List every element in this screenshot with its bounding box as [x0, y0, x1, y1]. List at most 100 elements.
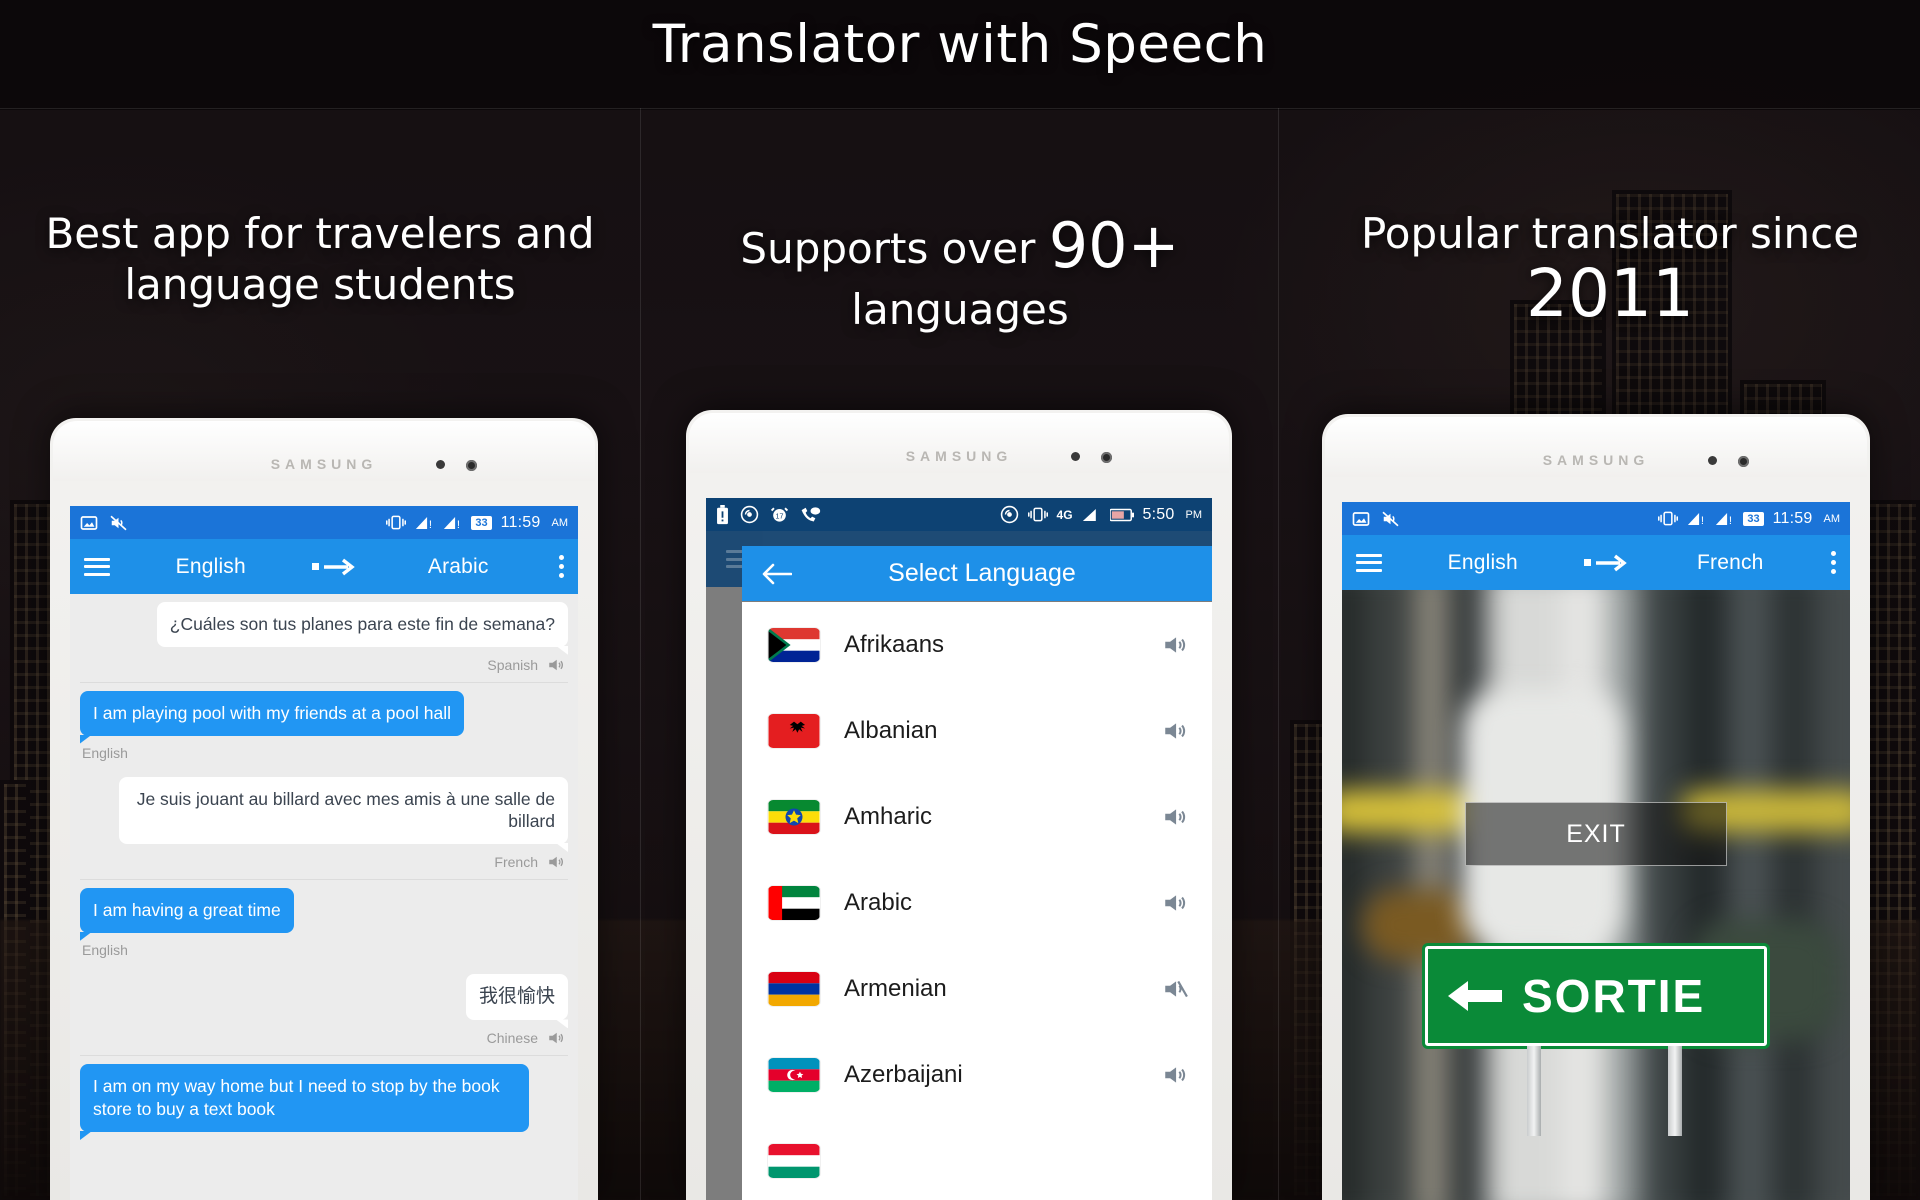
list-item[interactable]: Afrikaans	[742, 602, 1212, 688]
message-meta: English	[70, 736, 578, 769]
speaker-on-icon[interactable]	[1160, 890, 1190, 916]
phone-1-chat-list[interactable]: ¿Cuáles son tus planes para este fin de …	[70, 594, 578, 1200]
camera-viewfinder[interactable]: EXIT SORTIE	[1342, 590, 1850, 1200]
arrow-right-icon[interactable]	[311, 558, 358, 576]
panel-3-title-line1: Popular translator since	[1360, 209, 1860, 258]
language-list[interactable]: Afrikaans Albanian Amharic Arabic Armeni…	[742, 602, 1212, 1200]
phone-2-clock: 5:50	[1142, 505, 1175, 523]
back-arrow-icon[interactable]	[762, 563, 793, 585]
street-sign-text: SORTIE	[1522, 970, 1706, 1022]
dialog-backdrop	[706, 587, 742, 1200]
hamburger-icon[interactable]	[84, 557, 110, 576]
phone-3-bezel	[1325, 417, 1867, 477]
ar-overlay-exit: EXIT	[1465, 802, 1727, 866]
sound-off-icon	[110, 515, 127, 530]
phone-1: SAMSUNG ! ! 33 11:59 AM English Arabic ¿…	[50, 418, 598, 1200]
phone-3-action-bar: English French	[1342, 535, 1850, 590]
phone-2-status-left: 17	[716, 504, 821, 525]
kebab-icon[interactable]	[559, 555, 564, 578]
panel-1-title-line1: Best app for travelers and	[45, 209, 595, 258]
nfc-icon	[1000, 505, 1018, 524]
message-bubble[interactable]: I am playing pool with my friends at a p…	[80, 690, 464, 736]
language-name: Armenian	[844, 975, 947, 1002]
phone-1-clock: 11:59	[500, 513, 541, 531]
phone-2-sensor-2	[1101, 452, 1112, 463]
target-language-button[interactable]: French	[1630, 551, 1832, 575]
list-item[interactable]: Amharic	[742, 774, 1212, 860]
phone-3-sensor-1	[1708, 456, 1717, 465]
list-item[interactable]: Azerbaijani	[742, 1032, 1212, 1118]
phone-3-clock: 11:59	[1772, 509, 1813, 527]
phone-2-status-bar: 17 4G 5:50 PM	[706, 498, 1212, 531]
phone-2-brand: SAMSUNG	[905, 448, 1013, 464]
list-item[interactable]: Albanian	[742, 688, 1212, 774]
list-item[interactable]: Armenian	[742, 946, 1212, 1032]
sound-off-icon	[1382, 511, 1399, 526]
chat-message-them: ¿Cuáles son tus planes para este fin de …	[70, 594, 578, 647]
target-language-button[interactable]: Arabic	[358, 555, 560, 579]
message-language-label: French	[494, 854, 538, 870]
source-language-button[interactable]: English	[110, 555, 312, 579]
select-language-title: Select Language	[888, 559, 1076, 587]
phone-1-clock-ampm: AM	[551, 516, 569, 529]
phone-1-action-bar: English Arabic	[70, 539, 578, 594]
speaker-on-icon[interactable]	[1160, 804, 1190, 830]
panel-2-title-line1-wrap: Supports over 90+	[670, 208, 1250, 284]
speaker-icon[interactable]	[546, 853, 566, 871]
chat-message-me: I am playing pool with my friends at a p…	[70, 683, 578, 736]
phone-3-clock-ampm: AM	[1823, 512, 1841, 525]
language-name: Arabic	[844, 889, 913, 916]
phone-1-status-left	[80, 514, 128, 532]
chat-message-them: Je suis jouant au billard avec mes amis …	[70, 769, 578, 844]
message-bubble[interactable]: Je suis jouant au billard avec mes amis …	[119, 776, 568, 844]
panel-1-title: Best app for travelers and language stud…	[30, 208, 610, 310]
panel-3-title-big: 2011	[1526, 255, 1694, 333]
sd-card-icon: 33	[1743, 511, 1764, 526]
phone-3-brand: SAMSUNG	[1542, 452, 1650, 468]
phone-1-status-bar: ! ! 33 11:59 AM	[70, 506, 578, 539]
source-language-button[interactable]: English	[1382, 551, 1584, 575]
speaker-icon[interactable]	[546, 1029, 566, 1047]
speaker-off-icon[interactable]	[1160, 976, 1190, 1002]
phone-2-sensor-1	[1071, 452, 1080, 461]
arrow-right-icon[interactable]	[1583, 554, 1630, 572]
kebab-icon[interactable]	[1831, 551, 1836, 574]
phone-2-status-right: 4G 5:50 PM	[1000, 505, 1202, 524]
phone-1-screen: ! ! 33 11:59 AM English Arabic ¿Cuáles s…	[70, 506, 578, 1200]
panel-2-title-line1: Supports over	[740, 224, 1036, 273]
message-bubble[interactable]: I am on my way home but I need to stop b…	[80, 1064, 529, 1132]
message-bubble[interactable]: 我很愉快	[465, 973, 568, 1021]
divider-horizontal	[0, 108, 1920, 109]
left-arrow-icon	[1446, 976, 1504, 1016]
list-item-partial[interactable]	[742, 1118, 1212, 1200]
phone-2: SAMSUNG 17 4G 5:50 PM Select Language Af…	[686, 410, 1232, 1200]
battery-alert-icon	[717, 504, 728, 524]
speaker-on-icon[interactable]	[1160, 1062, 1190, 1088]
message-meta: Chinese	[70, 1020, 578, 1055]
svg-text:!: !	[457, 519, 460, 531]
flag-ae-icon	[768, 886, 820, 920]
message-language-label: Chinese	[486, 1030, 538, 1047]
speaker-on-icon[interactable]	[1160, 632, 1190, 658]
list-item[interactable]: Arabic	[742, 860, 1212, 946]
call-message-icon	[801, 506, 821, 521]
nfc-icon	[740, 505, 759, 524]
message-bubble[interactable]: I am having a great time	[80, 888, 294, 933]
svg-text:!: !	[1729, 515, 1732, 527]
speaker-on-icon[interactable]	[1160, 718, 1190, 744]
panel-2-title: Supports over 90+ languages	[670, 208, 1250, 335]
message-language-label: Spanish	[487, 656, 538, 673]
hamburger-icon[interactable]	[1356, 553, 1382, 572]
message-bubble[interactable]: ¿Cuáles son tus planes para este fin de …	[156, 602, 568, 647]
phone-3-screen: ! ! 33 11:59 AM English French EXIT SORT…	[1342, 502, 1850, 1200]
battery-icon	[1109, 508, 1134, 521]
flag-et-icon	[768, 800, 820, 834]
phone-2-clock-ampm: PM	[1185, 508, 1203, 521]
street-sign: SORTIE	[1425, 946, 1767, 1046]
phone-3: SAMSUNG ! ! 33 11:59 AM English French E…	[1322, 414, 1870, 1200]
language-name: Albanian	[844, 717, 938, 744]
language-name: Afrikaans	[844, 631, 945, 658]
signal-2-icon: !	[444, 516, 460, 531]
speaker-icon[interactable]	[546, 656, 566, 674]
flag-za-icon	[768, 628, 820, 662]
